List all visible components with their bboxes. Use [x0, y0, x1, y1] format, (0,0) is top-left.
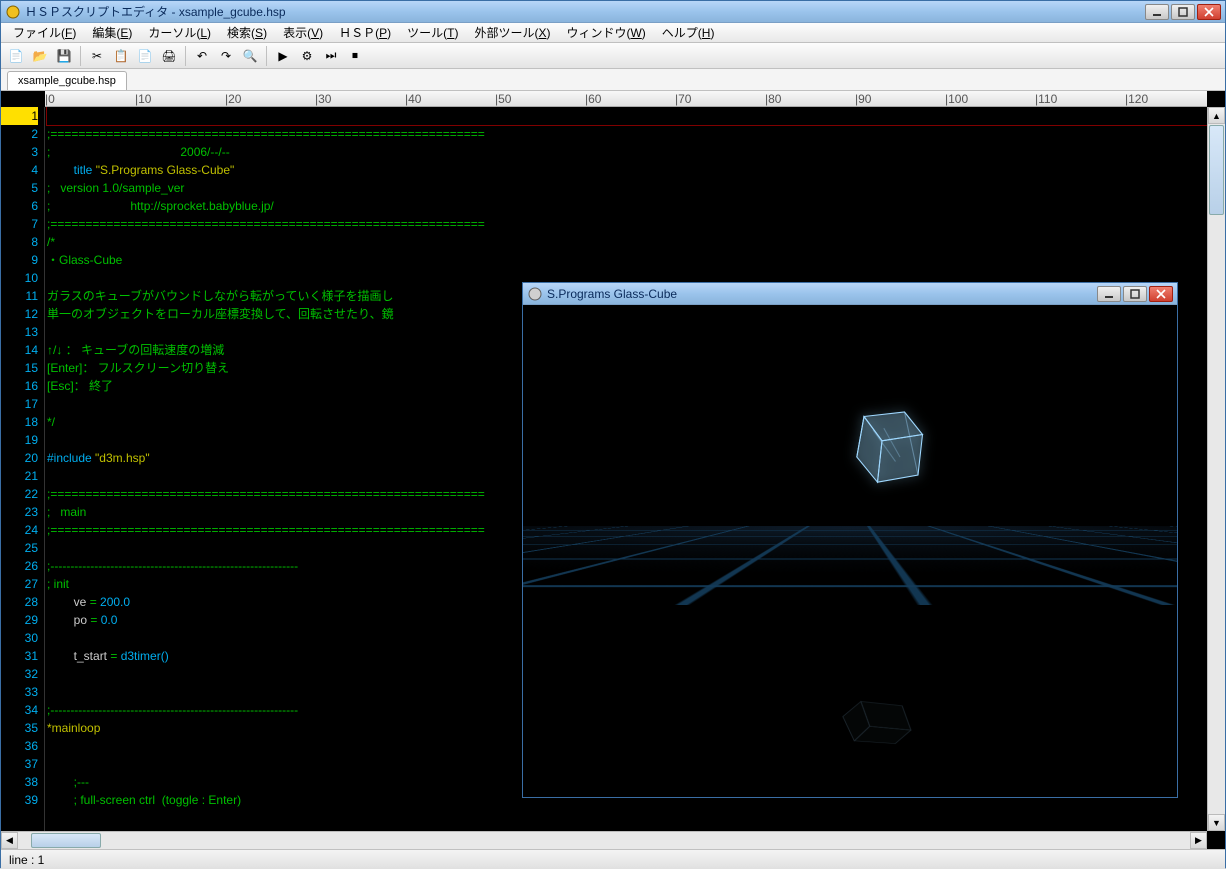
status-line-info: line : 1 [9, 853, 44, 867]
toolbar: 📄📂💾✂📋📄🖨↶↷🔍▶⚙⏭⏹ [1, 43, 1225, 69]
render-title-text: S.Programs Glass-Cube [547, 287, 1097, 301]
render-app-icon [527, 286, 543, 302]
glass-cube [837, 403, 927, 493]
menu-item-1[interactable]: 編集(E) [84, 22, 140, 43]
code-line[interactable]: ・Glass-Cube [47, 251, 1207, 269]
scroll-down-arrow-icon[interactable]: ▼ [1208, 814, 1225, 831]
open-icon[interactable]: 📂 [29, 45, 51, 67]
render-minimize-button[interactable] [1097, 286, 1121, 302]
menu-item-7[interactable]: 外部ツール(X) [466, 22, 558, 43]
menu-item-0[interactable]: ファイル(F) [5, 22, 84, 43]
code-line[interactable]: ;=======================================… [47, 125, 1207, 143]
render-titlebar[interactable]: S.Programs Glass-Cube [523, 283, 1177, 305]
code-line[interactable]: ; 2006/--/-- [47, 143, 1207, 161]
scroll-right-arrow-icon[interactable]: ▶ [1190, 832, 1207, 849]
render-window[interactable]: S.Programs Glass-Cube [522, 282, 1178, 798]
close-button[interactable] [1197, 4, 1221, 20]
code-line[interactable]: ; http://sprocket.babyblue.jp/ [47, 197, 1207, 215]
menubar: ファイル(F)編集(E)カーソル(L)検索(S)表示(V)ＨＳＰ(P)ツール(T… [1, 23, 1225, 43]
code-line[interactable]: ; version 1.0/sample_ver [47, 179, 1207, 197]
main-titlebar[interactable]: ＨＳＰスクリプトエディタ - xsample_gcube.hsp [1, 1, 1225, 23]
menu-item-3[interactable]: 検索(S) [219, 22, 275, 43]
scroll-left-arrow-icon[interactable]: ◀ [1, 832, 18, 849]
floor-plane [523, 526, 1177, 797]
tab-strip: xsample_gcube.hsp [1, 69, 1225, 91]
code-line[interactable] [47, 107, 1207, 125]
ruler: |0|10|20|30|40|50|60|70|80|90|100|110|12… [45, 91, 1207, 107]
main-title-text: ＨＳＰスクリプトエディタ - xsample_gcube.hsp [25, 3, 1145, 20]
code-line[interactable]: ;=======================================… [47, 215, 1207, 233]
render-canvas [523, 305, 1177, 797]
vertical-scrollbar[interactable]: ▲ ▼ [1207, 107, 1225, 831]
menu-item-5[interactable]: ＨＳＰ(P) [331, 22, 399, 43]
redo-icon[interactable]: ↷ [215, 45, 237, 67]
app-icon [5, 4, 21, 20]
scroll-up-arrow-icon[interactable]: ▲ [1208, 107, 1225, 124]
maximize-button[interactable] [1171, 4, 1195, 20]
menu-item-6[interactable]: ツール(T) [399, 22, 466, 43]
vscroll-thumb[interactable] [1209, 125, 1224, 215]
new-icon[interactable]: 📄 [5, 45, 27, 67]
print-icon[interactable]: 🖨 [158, 45, 180, 67]
menu-item-2[interactable]: カーソル(L) [140, 22, 219, 43]
menu-item-4[interactable]: 表示(V) [275, 22, 331, 43]
stop-icon[interactable]: ⏹ [344, 45, 366, 67]
run-icon[interactable]: ⚙ [296, 45, 318, 67]
cube-reflection [819, 695, 918, 749]
undo-icon[interactable]: ↶ [191, 45, 213, 67]
horizontal-scrollbar[interactable]: ◀ ▶ [1, 831, 1207, 849]
exec-icon[interactable]: ▶ [272, 45, 294, 67]
cut-icon[interactable]: ✂ [86, 45, 108, 67]
tab-file[interactable]: xsample_gcube.hsp [7, 71, 127, 90]
step-icon[interactable]: ⏭ [320, 45, 342, 67]
paste-icon[interactable]: 📄 [134, 45, 156, 67]
render-maximize-button[interactable] [1123, 286, 1147, 302]
save-icon[interactable]: 💾 [53, 45, 75, 67]
code-line[interactable]: /* [47, 233, 1207, 251]
copy-icon[interactable]: 📋 [110, 45, 132, 67]
line-number-gutter: 1234567891011121314151617181920212223242… [1, 107, 45, 831]
menu-item-8[interactable]: ウィンドウ(W) [558, 22, 653, 43]
code-line[interactable]: title "S.Programs Glass-Cube" [47, 161, 1207, 179]
hscroll-thumb[interactable] [31, 833, 101, 848]
render-close-button[interactable] [1149, 286, 1173, 302]
status-bar: line : 1 [1, 849, 1225, 869]
menu-item-9[interactable]: ヘルプ(H) [654, 22, 723, 43]
minimize-button[interactable] [1145, 4, 1169, 20]
find-icon[interactable]: 🔍 [239, 45, 261, 67]
